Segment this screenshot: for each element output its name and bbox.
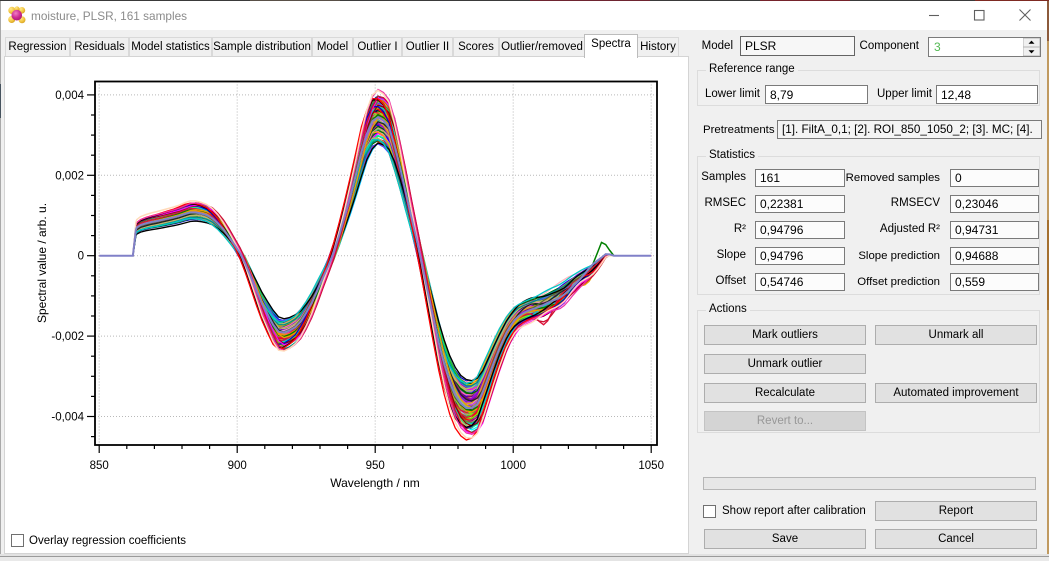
svg-text:1000: 1000 [500,460,526,472]
svg-text:950: 950 [366,460,385,472]
svg-text:-0,002: -0,002 [51,331,84,343]
svg-text:0: 0 [78,251,84,263]
svg-text:Spectral value / arb. u.: Spectral value / arb. u. [35,203,49,323]
svg-text:0,002: 0,002 [55,170,84,182]
svg-text:1050: 1050 [638,460,664,472]
svg-text:0,004: 0,004 [55,90,84,102]
svg-text:900: 900 [228,460,247,472]
svg-text:-0,004: -0,004 [51,412,84,424]
svg-text:850: 850 [90,460,109,472]
svg-text:Wavelength / nm: Wavelength / nm [330,476,420,490]
